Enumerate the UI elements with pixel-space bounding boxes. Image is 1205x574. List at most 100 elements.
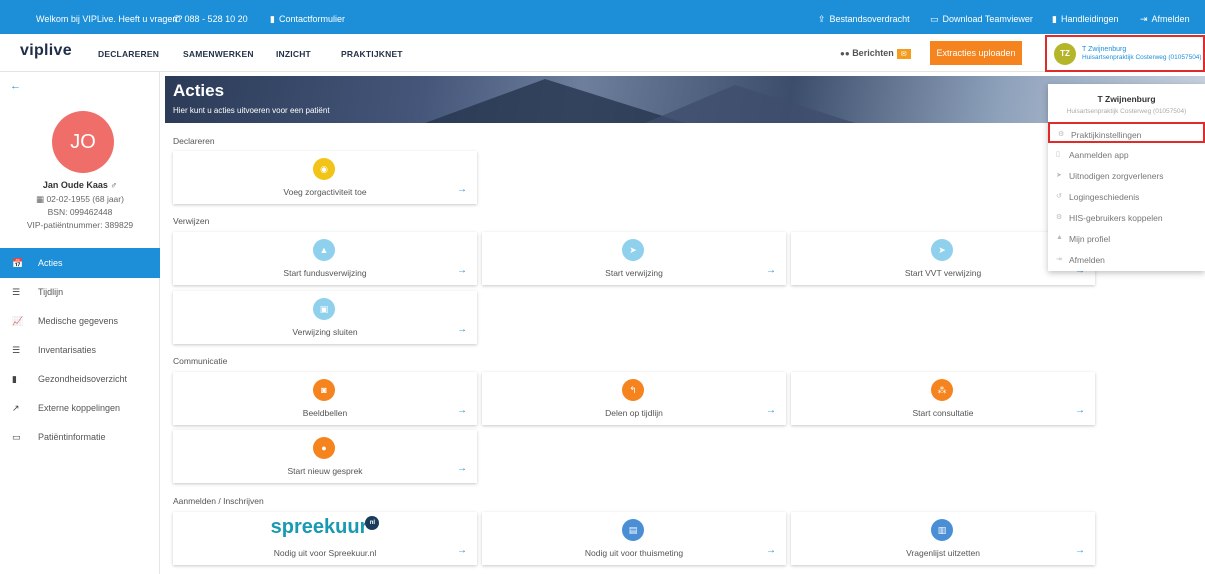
list-icon: ☰ <box>12 345 21 355</box>
sidebar-item-label: Gezondheidsoverzicht <box>38 374 128 384</box>
card-thuismeting[interactable]: ▤ Nodig uit voor thuismeting → <box>482 512 786 565</box>
sidebar-item-medische-gegevens[interactable]: 📈 Medische gegevens <box>0 306 160 336</box>
section-aanmelden: Aanmelden / Inschrijven <box>173 496 264 506</box>
card-label: Nodig uit voor Spreekuur.nl <box>273 548 377 558</box>
section-declareren: Declareren <box>173 136 215 146</box>
card-verwijzing-sluiten[interactable]: ▣ Verwijzing sluiten → <box>173 291 477 344</box>
arrow-right-icon: → <box>1075 545 1085 556</box>
card-label: Vragenlijst uitzetten <box>906 548 980 558</box>
card-start-fundusverwijzing[interactable]: ▲ Start fundusverwijzing → <box>173 232 477 285</box>
card-delen-op-tijdlijn[interactable]: ↰ Delen op tijdlijn → <box>482 372 786 425</box>
card-spreekuur[interactable]: spreekuur nl Nodig uit voor Spreekuur.nl … <box>173 512 477 565</box>
nav-inzicht[interactable]: INZICHT <box>276 49 311 59</box>
teamviewer-link[interactable]: ▭ Download Teamviewer <box>930 14 1033 25</box>
send-icon: ➤ <box>931 239 953 261</box>
nav-declareren[interactable]: DECLAREREN <box>98 49 159 59</box>
bestandsoverdracht-link[interactable]: ⇪ Bestandsoverdracht <box>818 14 910 25</box>
card-voeg-zorgactiviteit[interactable]: ◉ Voeg zorgactiviteit toe → <box>173 151 477 204</box>
berichten-badge: ✉ <box>896 49 911 59</box>
calendar-icon: 📅 <box>12 258 24 268</box>
menu-item-praktijkinstellingen[interactable]: ⚙ Praktijkinstellingen <box>1048 122 1205 143</box>
menu-item-label: Aanmelden app <box>1069 150 1129 160</box>
sidebar-item-patientinformatie[interactable]: ▭ Patiëntinformatie <box>0 422 160 452</box>
spreekuur-logo-nl: nl <box>365 516 380 530</box>
coin-icon: ◉ <box>313 158 335 180</box>
video-call-icon: ◙ <box>313 379 335 401</box>
spreekuur-logo-text: spreekuur <box>270 516 368 538</box>
bar-chart-icon: ▥ <box>931 519 953 541</box>
chat-icon: ●● <box>840 49 850 58</box>
card-label: Delen op tijdlijn <box>605 408 663 418</box>
folder-icon: ▣ <box>313 298 335 320</box>
menu-item-aanmelden-app[interactable]: ▯ Aanmelden app <box>1048 144 1205 165</box>
card-vragenlijst[interactable]: ▥ Vragenlijst uitzetten → <box>791 512 1095 565</box>
user-dropdown-menu: T Zwijnenburg Huisartsenpraktijk Costerw… <box>1048 84 1205 271</box>
top-bar: Welkom bij VIPLive. Heeft u vragen? ✆ 088… <box>0 0 1205 34</box>
menu-item-label: Afmelden <box>1069 255 1105 265</box>
sidebar-item-externe-koppelingen[interactable]: ↗ Externe koppelingen <box>0 393 160 423</box>
card-start-nieuw-gesprek[interactable]: ● Start nieuw gesprek → <box>173 430 477 483</box>
arrow-right-icon: → <box>457 545 467 556</box>
card-start-consultatie[interactable]: ⁂ Start consultatie → <box>791 372 1095 425</box>
menu-item-label: Logingeschiedenis <box>1069 192 1140 202</box>
patient-dob: ▦ 02-02-1955 (68 jaar) <box>0 194 160 205</box>
document-icon: ▮ <box>1052 14 1057 24</box>
back-arrow-icon[interactable]: ← <box>10 80 21 92</box>
logout-icon: ⇥ <box>1140 14 1148 24</box>
bestandsoverdracht-label: Bestandsoverdracht <box>829 14 910 24</box>
card-label: Beeldbellen <box>302 408 348 418</box>
arrow-right-icon: → <box>766 405 776 416</box>
menu-item-label: Uitnodigen zorgverleners <box>1069 171 1164 181</box>
sidebar-item-tijdlijn[interactable]: ☰ Tijdlijn <box>0 277 160 307</box>
handleidingen-link[interactable]: ▮ Handleidingen <box>1052 14 1119 25</box>
welcome-text: Welkom bij VIPLive. Heeft u vragen? <box>36 14 183 24</box>
phone-number: 088 - 528 10 20 <box>184 14 248 24</box>
arrow-right-icon: → <box>1075 405 1085 416</box>
spreekuur-logo: spreekuur nl <box>173 516 477 539</box>
line-chart-icon: 📈 <box>12 316 24 326</box>
patient-vip-number: VIP-patiëntnummer: 389829 <box>26 220 134 230</box>
menu-item-afmelden[interactable]: ⇥ Afmelden <box>1048 249 1205 270</box>
arrow-right-icon: → <box>457 184 467 195</box>
handleidingen-label: Handleidingen <box>1060 14 1119 24</box>
card-beeldbellen[interactable]: ◙ Beeldbellen → <box>173 372 477 425</box>
contact-label: Contactformulier <box>278 14 345 24</box>
document-icon: ▮ <box>270 14 275 24</box>
sidebar-item-acties[interactable]: 📅 Acties <box>0 248 160 278</box>
user-menu-toggle[interactable]: TZ T Zwijnenburg Huisartsenpraktijk Cost… <box>1045 35 1205 72</box>
sidebar-item-label: Inventarisaties <box>38 345 97 355</box>
nav-praktijknet[interactable]: PRAKTIJKNET <box>341 49 403 59</box>
card-start-verwijzing[interactable]: ➤ Start verwijzing → <box>482 232 786 285</box>
berichten-label: Berichten <box>852 48 894 58</box>
afmelden-link[interactable]: ⇥ Afmelden <box>1140 14 1190 25</box>
extracties-upload-button[interactable]: Extracties uploaden <box>930 41 1022 65</box>
patient-dob-value: 02-02-1955 (68 jaar) <box>46 194 124 204</box>
user-name: T Zwijnenburg <box>1082 46 1127 53</box>
card-label: Start fundusverwijzing <box>283 268 367 278</box>
menu-item-label: HIS-gebruikers koppelen <box>1069 213 1163 223</box>
arrow-right-icon: → <box>457 405 467 416</box>
id-card-icon: ▭ <box>12 432 21 442</box>
menu-item-his-gebruikers-koppelen[interactable]: ⚙ HIS-gebruikers koppelen <box>1048 207 1205 228</box>
patient-sidebar: ← JO Jan Oude Kaas ♂ ▦ 02-02-1955 (68 ja… <box>0 72 160 574</box>
menu-item-mijn-profiel[interactable]: ▲ Mijn profiel <box>1048 228 1205 249</box>
menu-item-logingeschiedenis[interactable]: ↺ Logingeschiedenis <box>1048 186 1205 207</box>
mountain-decoration <box>645 85 855 123</box>
sidebar-item-label: Medische gegevens <box>38 316 119 326</box>
phone-link[interactable]: ✆ 088 - 528 10 20 <box>173 14 248 25</box>
card-label: Start consultatie <box>912 408 974 418</box>
menu-item-label: Mijn profiel <box>1069 234 1111 244</box>
viplive-logo[interactable]: viplive <box>20 42 72 60</box>
sidebar-item-label: Tijdlijn <box>38 287 64 297</box>
sidebar-item-inventarisaties[interactable]: ☰ Inventarisaties <box>0 335 160 365</box>
nav-samenwerken[interactable]: SAMENWERKEN <box>183 49 254 59</box>
sidebar-item-gezondheidsoverzicht[interactable]: ▮ Gezondheidsoverzicht <box>0 364 160 394</box>
list-icon: ☰ <box>12 287 21 297</box>
berichten-button[interactable]: ●● Berichten ✉ <box>840 48 911 59</box>
menu-item-uitnodigen-zorgverleners[interactable]: ➤ Uitnodigen zorgverleners <box>1048 165 1205 186</box>
sidebar-item-label: Patiëntinformatie <box>38 432 106 442</box>
arrow-right-icon: → <box>766 545 776 556</box>
phone-icon: ▯ <box>1056 151 1060 158</box>
user-icon: ▲ <box>1056 234 1063 241</box>
contact-link[interactable]: ▮ Contactformulier <box>270 14 345 25</box>
